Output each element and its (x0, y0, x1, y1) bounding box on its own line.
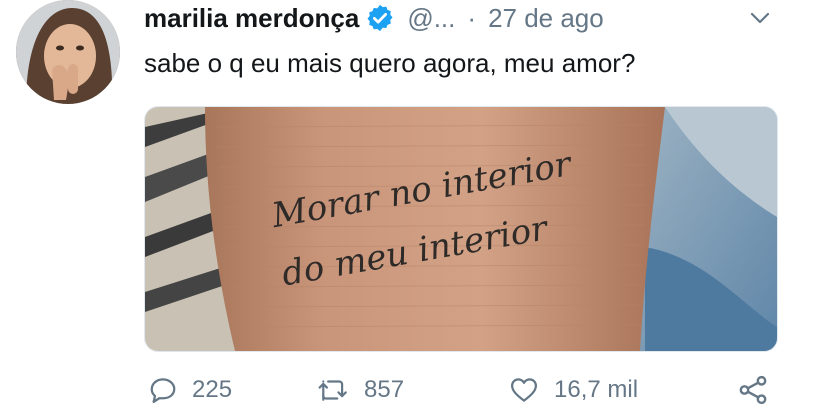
retweet-button[interactable]: 857 (316, 370, 404, 410)
share-button[interactable] (736, 370, 770, 410)
share-icon (736, 373, 770, 407)
separator-dot: · (467, 2, 477, 33)
author-handle[interactable]: @... (407, 3, 455, 34)
verified-badge-icon (365, 3, 395, 33)
like-count: 16,7 mil (554, 376, 639, 403)
tweet-text: sabe o q eu mais quero agora, meu amor? (144, 48, 636, 78)
retweet-count: 857 (364, 376, 405, 403)
tweet-image[interactable]: Morar no interior do meu interior (144, 106, 778, 352)
reply-button[interactable]: 225 (148, 370, 232, 410)
tweet-header: marilia merdonça @... · 27 de ago (144, 0, 604, 36)
like-icon (508, 375, 540, 405)
author-name[interactable]: marilia merdonça (144, 3, 359, 34)
reply-icon (148, 375, 178, 405)
chevron-down-icon[interactable] (748, 6, 772, 30)
avatar[interactable] (16, 0, 120, 104)
like-button[interactable]: 16,7 mil (508, 370, 638, 410)
retweet-icon (316, 375, 350, 405)
reply-count: 225 (192, 376, 233, 403)
tweet-date[interactable]: 27 de ago (488, 3, 604, 34)
tweet-actions: 225 857 16,7 mil (144, 370, 784, 410)
